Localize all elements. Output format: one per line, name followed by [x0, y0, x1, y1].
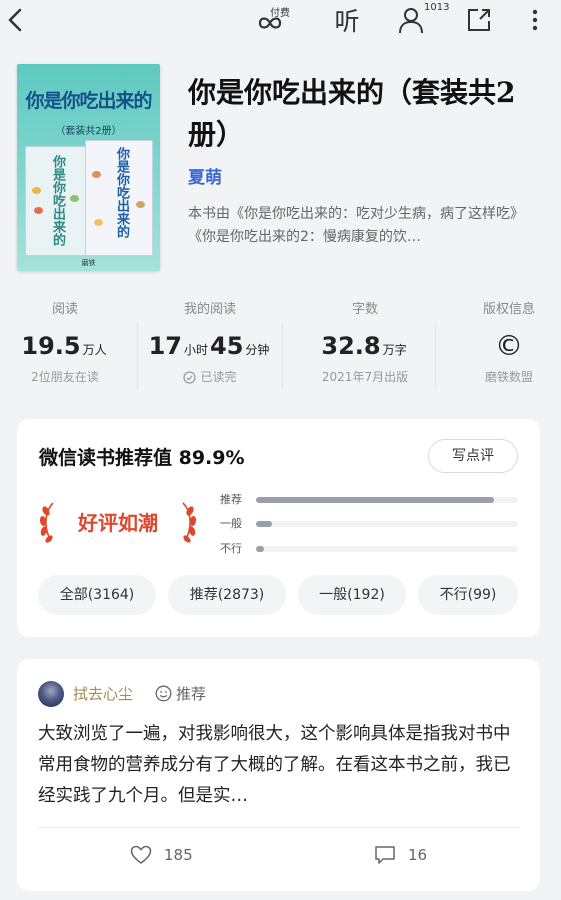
food-dot: [92, 171, 101, 178]
book-cover[interactable]: 你是你吃出来的 （套装共2册） 你是你吃出来的 你是你吃出来的 磨铁: [17, 64, 160, 271]
cover-publisher: 磨铁: [81, 259, 96, 267]
paid-label: 付费: [270, 8, 290, 19]
bar-fill: [256, 521, 272, 527]
cover-book-one-title: 你是你吃出来的: [50, 155, 65, 246]
check-circle-icon: [183, 370, 197, 384]
bar-label: 推荐: [220, 493, 242, 506]
like-count: 185: [164, 846, 193, 864]
stat-number: 32.8: [321, 332, 381, 360]
stat-note: 2位朋友在读: [31, 370, 99, 384]
write-review-button[interactable]: 写点评: [428, 439, 518, 473]
food-dot: [32, 187, 41, 194]
stats-row: 阅读 19.5 万人 2位朋友在读 我的阅读 17 小时45 分钟 已读完 字数 32…: [0, 300, 561, 392]
rating-bar-average: 一般: [220, 516, 520, 532]
stat-reading[interactable]: 阅读 19.5 万人 2位朋友在读: [0, 300, 130, 386]
stat-label: 字数: [351, 302, 378, 317]
readers-button[interactable]: 1013: [392, 0, 450, 40]
rating-badge: 好评如潮: [37, 499, 199, 547]
bar-fill: [256, 546, 264, 552]
avatar[interactable]: [38, 681, 64, 707]
share-icon: [468, 9, 490, 31]
filter-recommend[interactable]: 推荐(2873): [168, 575, 286, 615]
divider: [435, 322, 436, 390]
more-vertical-icon: [532, 9, 538, 31]
divider: [137, 322, 138, 390]
stat-note: 2021年7月出版: [321, 370, 409, 384]
rating-bar-recommend: 推荐: [220, 492, 520, 508]
review-card[interactable]: 拭去心尘 推荐 大致浏览了一遍，对我影响很大，这个影响具体是指我对书中常用食物的…: [17, 659, 540, 891]
review-text[interactable]: 大致浏览了一遍，对我影响很大，这个影响具体是指我对书中常用食物的营养成分有了大概…: [38, 719, 524, 812]
book-title: 你是你吃出来的（套装共2册）: [188, 76, 516, 151]
stat-value: 17 小时45 分钟: [140, 330, 280, 362]
recommend-title: 微信读书推荐值 89.9%: [39, 447, 245, 469]
stat-note: 磨铁数盟: [484, 370, 533, 384]
stat-unit: 万人: [82, 343, 107, 357]
more-button[interactable]: [524, 0, 546, 40]
smile-icon: [155, 685, 172, 702]
like-button[interactable]: 185: [130, 845, 193, 865]
back-arrow-icon: [8, 8, 22, 32]
comment-count: 16: [408, 846, 428, 864]
stat-number: 45: [210, 332, 244, 360]
back-button[interactable]: [0, 0, 30, 40]
listen-label: 听: [334, 7, 360, 36]
top-bar: 付费 听 1013: [0, 0, 561, 40]
stat-note-text: 已读完: [200, 370, 237, 384]
laurel-left-icon: [39, 502, 54, 543]
stat-note: 已读完: [140, 368, 280, 386]
bar-label: 不行: [220, 542, 242, 555]
person-icon: [399, 8, 423, 34]
stat-value: 19.5 万人: [0, 330, 130, 362]
review-tag-text: 推荐: [176, 685, 207, 703]
readers-count: 1013: [424, 2, 450, 13]
stat-my-reading[interactable]: 我的阅读 17 小时45 分钟 已读完: [140, 300, 280, 386]
book-description[interactable]: 本书由《你是你吃出来的：吃对少生病，病了这样吃》《你是你吃出来的2：慢病康复的饮…: [188, 203, 540, 249]
stat-number: 19.5: [21, 332, 81, 360]
cover-title: 你是你吃出来的: [25, 90, 152, 112]
stat-unit: 分钟: [245, 343, 270, 357]
heart-icon: [130, 845, 152, 864]
share-button[interactable]: [463, 0, 495, 40]
divider: [38, 827, 519, 828]
copyright-icon: ©: [495, 329, 523, 362]
stat-value: 32.8 万字: [300, 330, 430, 362]
reviewer-name[interactable]: 拭去心尘: [73, 683, 133, 704]
divider: [282, 322, 283, 390]
comment-button[interactable]: 16: [374, 845, 427, 865]
stat-word-count[interactable]: 字数 32.8 万字 2021年7月出版: [300, 300, 430, 386]
cover-book-one: 你是你吃出来的: [25, 146, 87, 256]
bar-fill: [256, 497, 495, 503]
bar-track: [256, 546, 518, 552]
bar-track: [256, 521, 518, 527]
review-tag: 推荐: [155, 683, 206, 704]
cover-book-two: 你是你吃出来的: [85, 140, 153, 256]
rating-badge-text: 好评如潮: [78, 511, 158, 535]
stat-label: 我的阅读: [183, 302, 236, 317]
stat-unit: 万字: [382, 343, 407, 357]
stat-label: 版权信息: [482, 302, 535, 317]
laurel-right-icon: [182, 502, 197, 543]
comment-icon: [375, 846, 395, 864]
filter-average[interactable]: 一般(192): [298, 575, 406, 615]
food-dot: [94, 219, 103, 226]
rating-bar-bad: 不行: [220, 541, 520, 557]
food-dot: [136, 201, 145, 208]
listen-button[interactable]: 听: [330, 0, 364, 40]
food-dot: [70, 195, 79, 202]
bar-label: 一般: [220, 517, 242, 530]
bar-track: [256, 497, 518, 503]
stat-unit: 小时: [183, 343, 208, 357]
filter-bad[interactable]: 不行(99): [418, 575, 518, 615]
food-dot: [34, 207, 43, 214]
filter-all[interactable]: 全部(3164): [38, 575, 156, 615]
stat-copyright[interactable]: 版权信息 © 磨铁数盟: [453, 300, 561, 386]
stat-label: 阅读: [51, 302, 78, 317]
book-author[interactable]: 夏萌: [188, 163, 222, 188]
cover-subtitle: （套装共2册）: [55, 126, 122, 137]
stat-number: 17: [148, 332, 182, 360]
cover-book-two-title: 你是你吃出来的: [114, 147, 129, 238]
paid-button[interactable]: 付费: [244, 0, 296, 40]
recommend-card: 微信读书推荐值 89.9% 写点评 好评如潮 推荐 一般 不行 全部(3164)…: [17, 419, 540, 637]
